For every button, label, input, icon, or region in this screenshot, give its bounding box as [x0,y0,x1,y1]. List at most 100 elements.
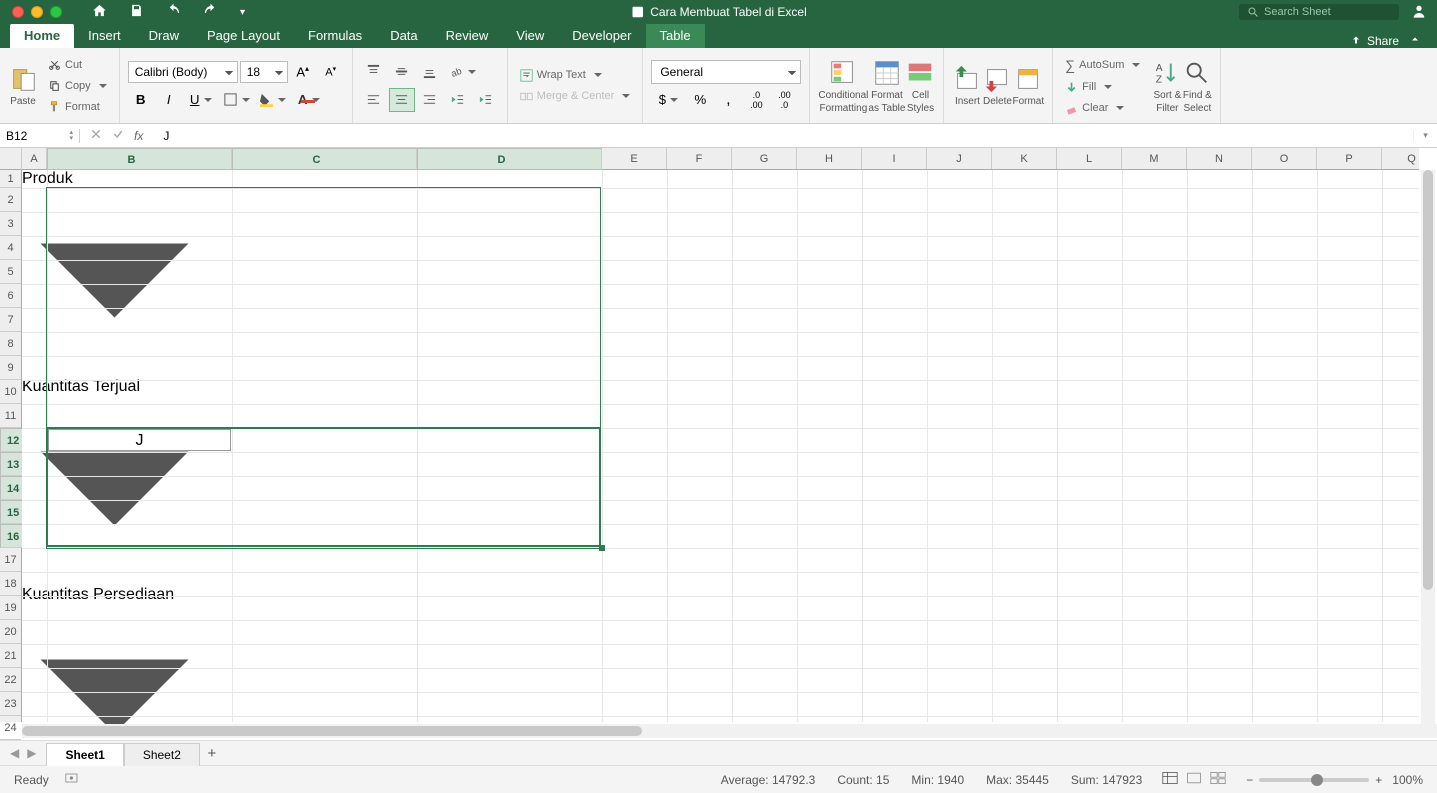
decrease-font-icon[interactable]: A▾ [318,60,344,84]
font-color-button[interactable]: A [292,88,326,112]
column-header[interactable]: N [1187,148,1252,169]
fill-color-button[interactable] [256,88,290,112]
underline-button[interactable]: U [184,88,218,112]
autosum-button[interactable]: ∑AutoSum [1061,55,1144,75]
row-header[interactable]: 17 [0,548,21,572]
row-header[interactable]: 6 [0,284,21,308]
zoom-out-icon[interactable]: − [1246,773,1253,787]
delete-cells-button[interactable]: Delete [982,64,1012,107]
zoom-in-icon[interactable]: + [1375,773,1382,787]
tab-page-layout[interactable]: Page Layout [193,24,294,48]
account-icon[interactable] [1411,3,1427,22]
expand-formula-bar-icon[interactable]: ▾ [1413,130,1437,141]
active-cell[interactable]: J [48,429,231,451]
normal-view-icon[interactable] [1162,771,1178,788]
format-cells-button[interactable]: Format [1012,64,1044,107]
conditional-formatting-button[interactable]: ConditionalFormatting [818,58,868,114]
row-header[interactable]: 8 [0,332,21,356]
sheet-nav-prev-icon[interactable]: ◀ [10,746,19,760]
insert-cells-button[interactable]: Insert [952,64,982,107]
column-header[interactable]: B [47,148,232,170]
page-layout-view-icon[interactable] [1186,771,1202,788]
qat-customize-icon[interactable]: ▾ [240,7,245,18]
page-break-view-icon[interactable] [1210,771,1226,788]
row-header[interactable]: 21 [0,644,21,668]
horizontal-scrollbar[interactable] [22,724,1437,738]
cells-area[interactable]: ProdukKuantitas TerjualKuantitas Persedi… [22,170,1419,722]
font-name-select[interactable]: Calibri (Body) [128,61,238,83]
tab-insert[interactable]: Insert [74,24,135,48]
row-header[interactable]: 4 [0,236,21,260]
column-header[interactable]: Q [1382,148,1437,169]
cut-button[interactable]: Cut [44,56,111,73]
align-top-icon[interactable] [361,60,387,84]
tab-table[interactable]: Table [646,24,705,48]
row-header[interactable]: 22 [0,668,21,692]
name-box[interactable]: B12▴▾ [0,129,80,143]
add-sheet-button[interactable]: + [200,745,224,762]
column-header[interactable]: K [992,148,1057,169]
share-button[interactable]: Share [1350,34,1399,48]
number-format-select[interactable]: General [651,60,801,84]
search-sheet[interactable]: Search Sheet [1239,4,1399,20]
row-header[interactable]: 23 [0,692,21,716]
column-headers[interactable]: ABCDEFGHIJKLMNOPQ [22,148,1419,170]
column-header[interactable]: E [602,148,667,169]
row-header[interactable]: 5 [0,260,21,284]
maximize-window[interactable] [50,6,62,18]
increase-indent-icon[interactable] [473,88,499,112]
save-icon[interactable] [129,3,144,21]
align-middle-icon[interactable] [389,60,415,84]
align-left-icon[interactable] [361,88,387,112]
row-header[interactable]: 7 [0,308,21,332]
wrap-text-button[interactable]: Wrap Text [516,67,635,84]
accounting-format-icon[interactable]: $ [651,88,685,112]
row-header[interactable]: 2 [0,188,21,212]
minimize-window[interactable] [31,6,43,18]
column-header[interactable]: C [232,148,417,170]
cancel-formula-icon[interactable] [90,128,102,143]
collapse-ribbon-icon[interactable] [1409,33,1421,48]
font-size-select[interactable]: 18 [240,61,288,83]
align-center-icon[interactable] [389,88,415,112]
orientation-icon[interactable]: ab [445,60,481,84]
copy-button[interactable]: Copy [44,77,111,94]
fill-button[interactable]: Fill [1061,79,1144,96]
align-right-icon[interactable] [417,88,443,112]
column-header[interactable]: I [862,148,927,169]
formula-input[interactable] [159,129,1413,143]
column-header[interactable]: L [1057,148,1122,169]
tab-developer[interactable]: Developer [558,24,645,48]
tab-data[interactable]: Data [376,24,431,48]
select-all-corner[interactable] [0,148,22,170]
close-window[interactable] [12,6,24,18]
row-header[interactable]: 3 [0,212,21,236]
paste-button[interactable]: Paste [8,64,38,107]
column-header[interactable]: G [732,148,797,169]
bold-button[interactable]: B [128,88,154,112]
fx-icon[interactable]: fx [134,129,149,143]
row-header[interactable]: 11 [0,404,21,428]
sheet-tab-2[interactable]: Sheet2 [124,743,200,766]
decrease-decimal-icon[interactable]: .00.0 [771,88,797,112]
column-header[interactable]: D [417,148,602,170]
home-icon[interactable] [92,3,107,21]
italic-button[interactable]: I [156,88,182,112]
row-header[interactable]: 24 [0,716,21,740]
row-header[interactable]: 10 [0,380,21,404]
tab-review[interactable]: Review [432,24,503,48]
vertical-scrollbar[interactable] [1421,170,1435,724]
undo-icon[interactable] [166,3,181,21]
filter-dropdown-icon[interactable] [22,604,207,740]
zoom-level[interactable]: 100% [1392,773,1423,787]
filter-dropdown-icon[interactable] [22,188,207,378]
zoom-slider[interactable] [1259,778,1369,782]
column-header[interactable]: J [927,148,992,169]
tab-formulas[interactable]: Formulas [294,24,376,48]
column-header[interactable]: F [667,148,732,169]
column-header[interactable]: A [22,148,47,169]
redo-icon[interactable] [203,3,218,21]
border-button[interactable] [220,88,254,112]
decrease-indent-icon[interactable] [445,88,471,112]
row-header[interactable]: 20 [0,620,21,644]
